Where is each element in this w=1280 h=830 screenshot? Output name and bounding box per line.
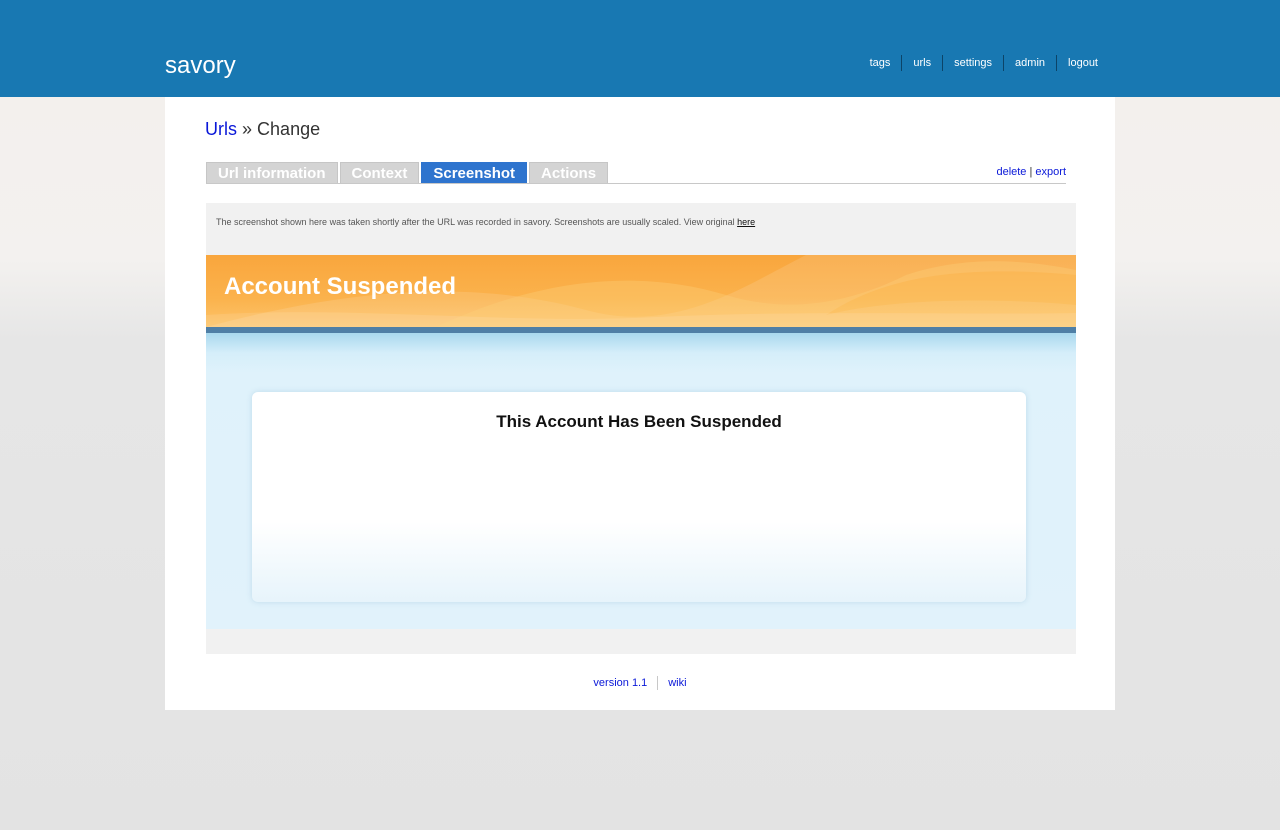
screenshot-note: The screenshot shown here was taken shor… (216, 217, 755, 227)
export-link[interactable]: export (1035, 166, 1066, 178)
screenshot-panel: The screenshot shown here was taken shor… (206, 203, 1076, 654)
top-nav: tags urls settings admin logout (859, 55, 1098, 71)
suspended-card: This Account Has Been Suspended (252, 392, 1026, 602)
footer: version 1.1 wiki (165, 676, 1115, 690)
app-logo[interactable]: savory (165, 52, 236, 80)
nav-logout-link[interactable]: logout (1056, 55, 1098, 71)
wiki-link[interactable]: wiki (657, 676, 696, 690)
nav-settings-link[interactable]: settings (942, 55, 1003, 71)
screenshot-image: Account Suspended This Account Has Been … (206, 255, 1076, 629)
breadcrumb: Urls » Change (205, 119, 320, 139)
view-original-link[interactable]: here (737, 217, 755, 227)
nav-tags-link[interactable]: tags (859, 55, 902, 71)
breadcrumb-separator: » (242, 119, 253, 139)
suspended-card-title: This Account Has Been Suspended (496, 412, 782, 431)
tab-divider (206, 183, 1066, 184)
screenshot-banner: Account Suspended (206, 255, 1076, 327)
tab-actions[interactable]: Actions (529, 162, 609, 183)
tab-context[interactable]: Context (339, 162, 420, 183)
nav-urls-link[interactable]: urls (901, 55, 942, 71)
version-link[interactable]: version 1.1 (583, 676, 657, 690)
breadcrumb-urls-link[interactable]: Urls (205, 119, 237, 139)
actions-separator: | (1029, 166, 1033, 178)
delete-link[interactable]: delete (996, 166, 1026, 178)
screenshot-banner-title: Account Suspended (224, 273, 457, 300)
screenshot-body: This Account Has Been Suspended (206, 333, 1076, 629)
tab-url-information[interactable]: Url information (206, 162, 338, 183)
screenshot-note-text: The screenshot shown here was taken shor… (216, 217, 735, 227)
tab-bar: Url information Context Screenshot Actio… (206, 162, 610, 183)
breadcrumb-current: Change (257, 119, 321, 139)
main-content: Urls » Change Url information Context Sc… (165, 97, 1115, 710)
top-bar: savory tags urls settings admin logout (0, 0, 1280, 97)
tab-screenshot[interactable]: Screenshot (421, 162, 528, 183)
record-actions: delete | export (996, 166, 1066, 178)
nav-admin-link[interactable]: admin (1003, 55, 1056, 71)
